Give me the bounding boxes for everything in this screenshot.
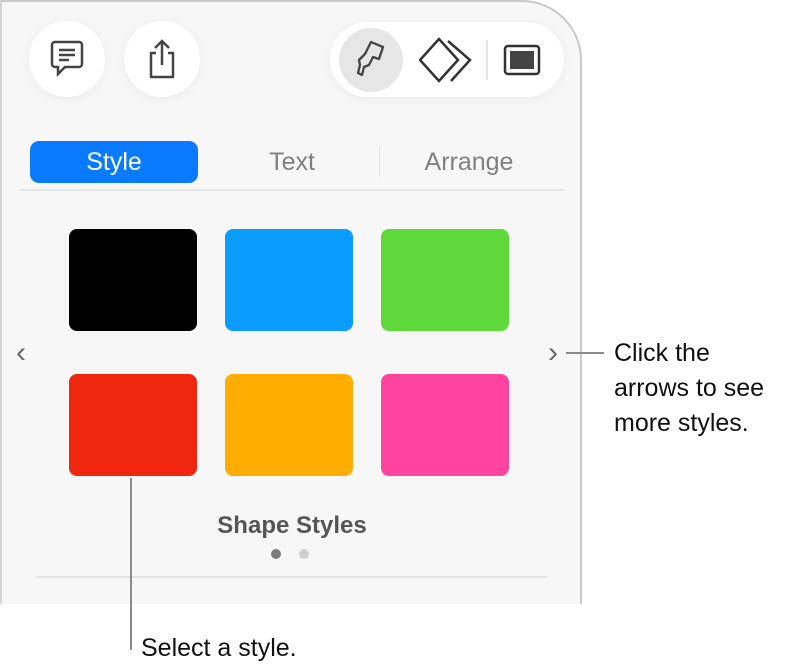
divider [20,189,564,191]
arrange-button[interactable] [418,36,474,84]
format-button[interactable] [339,28,403,92]
callout-line [566,352,604,354]
page-dot-active[interactable] [271,549,281,559]
toolbar-divider [486,40,488,80]
callout-line [130,478,132,650]
style-swatch-green[interactable] [381,229,509,331]
document-icon [503,44,541,76]
next-styles-arrow[interactable]: › [548,336,558,370]
share-icon [146,38,178,80]
page-dot[interactable] [299,549,309,559]
callout-text: Click the [614,336,764,371]
style-swatch-blue[interactable] [225,229,353,331]
comment-icon [49,39,85,79]
divider [36,576,547,578]
select-callout: Select a style. [141,631,297,666]
arrange-icon [419,37,473,83]
style-swatch-black[interactable] [69,229,197,331]
callout-text: more styles. [614,406,764,441]
inspector-toolbar [330,22,564,97]
callout-text: arrows to see [614,371,764,406]
style-swatch-red[interactable] [69,374,197,476]
document-button[interactable] [500,40,544,80]
style-swatch-pink[interactable] [381,374,509,476]
share-button[interactable] [124,21,200,97]
tab-arrange[interactable]: Arrange [382,141,556,183]
section-title: Shape Styles [2,512,582,540]
format-panel: Style Text Arrange ‹ › Shape Styles [0,0,582,604]
previous-styles-arrow[interactable]: ‹ [16,336,26,370]
style-swatch-orange[interactable] [225,374,353,476]
tab-style[interactable]: Style [30,141,198,183]
arrows-callout: Click the arrows to see more styles. [614,336,764,441]
tab-divider [379,147,380,177]
tab-text[interactable]: Text [207,141,377,183]
paintbrush-icon [353,39,389,81]
comment-button[interactable] [29,21,105,97]
